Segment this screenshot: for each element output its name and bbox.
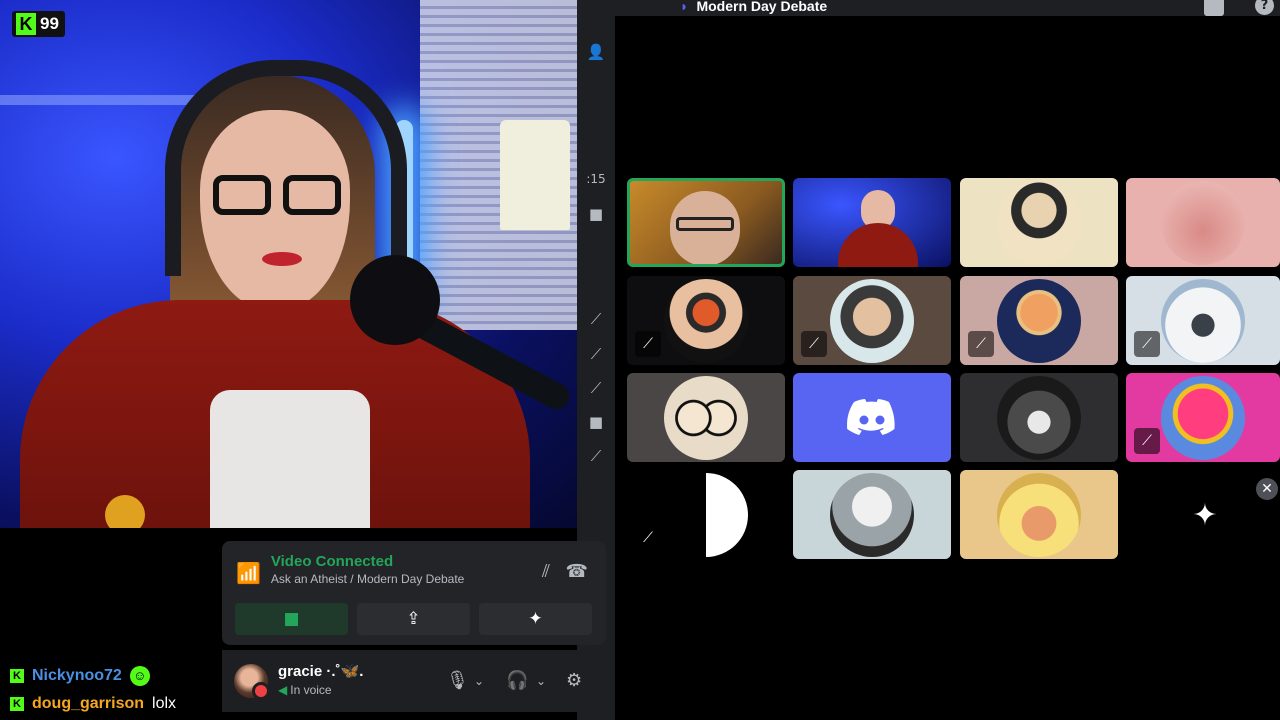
muted-icon-1: ⟋ bbox=[590, 310, 602, 328]
video-icon-2: ■ bbox=[588, 413, 604, 431]
muted-icon: ⟋ bbox=[635, 331, 661, 357]
voice-location[interactable]: Ask an Atheist / Modern Day Debate bbox=[271, 572, 464, 586]
video-icon[interactable]: ■ bbox=[582, 200, 610, 228]
muted-icon: ⟋ bbox=[1134, 428, 1160, 454]
lamp bbox=[500, 120, 570, 230]
viewer-count: 99 bbox=[40, 14, 59, 33]
avatar[interactable] bbox=[234, 664, 270, 700]
channel-title: ◗ Modern Day Debate bbox=[680, 0, 827, 14]
webcam-feed bbox=[0, 0, 577, 528]
user-panel: gracie ·.˚🦋. ◀ In voice 🎙 ⌄ 🎧 ⌄ ⚙ bbox=[222, 650, 606, 712]
kick-badge-icon: K bbox=[10, 669, 24, 683]
tile-gracie-cam[interactable] bbox=[793, 178, 951, 267]
chevron-down-icon[interactable]: ⌄ bbox=[536, 674, 546, 688]
screen-share-icon: ⇪ bbox=[406, 609, 421, 629]
white-top bbox=[210, 390, 370, 528]
tile-pink-avatar[interactable] bbox=[1126, 178, 1280, 267]
kick-logo-icon: K bbox=[16, 13, 36, 35]
stage-icon: ◗ bbox=[680, 0, 689, 14]
glasses bbox=[205, 175, 345, 219]
screen-share-button[interactable]: ⇪ bbox=[357, 603, 470, 635]
tile-speaker-man[interactable] bbox=[627, 178, 785, 267]
chat-message: K doug_garrison lolx bbox=[10, 695, 176, 713]
muted-icon: ⟋ bbox=[968, 331, 994, 357]
microphone-icon[interactable]: 🎙 bbox=[446, 670, 469, 691]
tile-snow-avatar[interactable]: ⟋ bbox=[1126, 276, 1280, 365]
muted-icon-2: ⟋ bbox=[590, 345, 602, 363]
chat-username[interactable]: Nickynoo72 bbox=[32, 667, 122, 685]
muted-icon-3: ⟋ bbox=[590, 379, 602, 397]
tile-discord-default[interactable] bbox=[793, 373, 951, 462]
tile-yin-yang[interactable]: ⟋ bbox=[627, 470, 785, 559]
user-status: ◀ In voice bbox=[278, 683, 332, 697]
add-user-icon[interactable]: 👤 bbox=[582, 38, 610, 66]
muted-icon: ⟋ bbox=[1134, 331, 1160, 357]
dnd-status-icon bbox=[252, 682, 270, 700]
side-number: :15 bbox=[586, 172, 606, 186]
close-icon[interactable]: ✕ bbox=[1256, 478, 1278, 500]
username[interactable]: gracie ·.˚🦋. bbox=[278, 662, 363, 680]
discord-logo-icon bbox=[847, 399, 895, 435]
microphone bbox=[350, 255, 440, 345]
emote-icon: ☺ bbox=[129, 666, 150, 686]
camera-button[interactable]: ■ bbox=[235, 603, 348, 635]
activity-button[interactable]: ✦ bbox=[479, 603, 592, 635]
tile-politician-avatar[interactable]: ⟋ bbox=[960, 276, 1118, 365]
voice-status-text[interactable]: Video Connected bbox=[271, 553, 464, 570]
tile-super-saiyan[interactable] bbox=[960, 470, 1118, 559]
activity-icon: ✦ bbox=[1192, 498, 1218, 533]
disconnect-icon[interactable]: ☎ bbox=[566, 561, 588, 582]
headphones-icon[interactable]: 🎧 bbox=[506, 670, 528, 691]
voice-connection-panel: 📶 Video Connected Ask an Atheist / Moder… bbox=[222, 541, 606, 645]
gear-icon[interactable]: ⚙ bbox=[566, 670, 582, 691]
channel-title-text: Modern Day Debate bbox=[696, 0, 828, 14]
signal-icon[interactable]: 📶 bbox=[236, 561, 261, 585]
activity-icon: ✦ bbox=[528, 609, 543, 629]
user-status-text: In voice bbox=[290, 683, 332, 697]
chat-message: K Nickynoo72 ☺ bbox=[10, 666, 150, 686]
muted-icon: ⟋ bbox=[635, 525, 661, 551]
noise-suppression-icon[interactable]: ⫽ bbox=[542, 561, 550, 582]
tile-celebrity-avatar[interactable]: ⟋ bbox=[793, 276, 951, 365]
tile-cartoon-duo[interactable] bbox=[627, 373, 785, 462]
tile-portrait-avatar[interactable] bbox=[960, 178, 1118, 267]
tile-anime-avatar[interactable] bbox=[960, 373, 1118, 462]
chat-username[interactable]: doug_garrison bbox=[32, 695, 144, 713]
muted-icon: ⟋ bbox=[801, 331, 827, 357]
muted-icon-4: ⟋ bbox=[590, 447, 602, 465]
chevron-down-icon[interactable]: ⌄ bbox=[474, 674, 484, 688]
tile-pink-creature[interactable]: ⟋ bbox=[1126, 373, 1280, 462]
voice-icon: ◀ bbox=[278, 683, 288, 697]
kick-badge-icon: K bbox=[10, 697, 24, 711]
camera-icon: ■ bbox=[283, 609, 300, 629]
lips bbox=[262, 252, 302, 266]
viewer-count-badge: K 99 bbox=[12, 11, 65, 37]
jacket-patch bbox=[105, 495, 145, 528]
voice-status: 📶 Video Connected Ask an Atheist / Moder… bbox=[236, 553, 464, 586]
chat-text: lolx bbox=[152, 695, 177, 712]
tile-sugar-skull[interactable]: ⟋ bbox=[627, 276, 785, 365]
inbox-icon[interactable] bbox=[1204, 0, 1224, 16]
tile-statue-avatar[interactable] bbox=[793, 470, 951, 559]
